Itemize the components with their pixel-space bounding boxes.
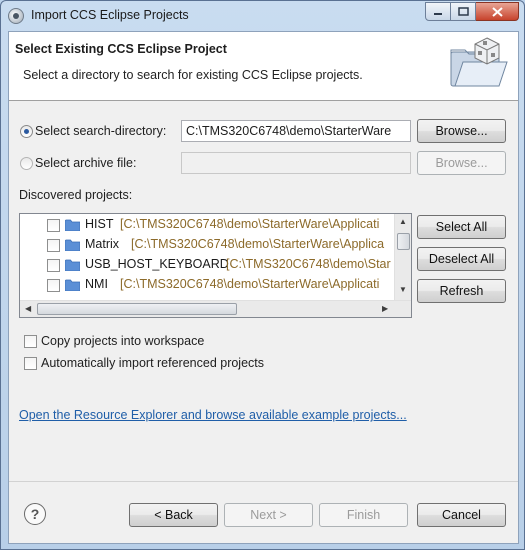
vertical-scrollbar[interactable]: ▲ ▼ <box>394 214 411 300</box>
close-icon <box>491 6 503 17</box>
close-button[interactable] <box>476 2 519 21</box>
horizontal-scroll-thumb[interactable] <box>37 303 237 315</box>
banner-title: Select Existing CCS Eclipse Project <box>15 42 227 56</box>
dialog-client: Select Existing CCS Eclipse Project Sele… <box>8 31 519 544</box>
cancel-button[interactable]: Cancel <box>417 503 506 527</box>
back-button[interactable]: < Back <box>129 503 218 527</box>
folder-icon <box>65 279 80 291</box>
import-folder-icon <box>450 37 508 87</box>
copy-into-workspace-checkbox[interactable] <box>24 335 37 348</box>
deselect-all-button[interactable]: Deselect All <box>417 247 506 271</box>
search-directory-input[interactable]: C:\TMS320C6748\demo\StarterWare <box>181 120 411 142</box>
project-path: [C:\TMS320C6748\demo\StarterWare\Applica… <box>120 217 380 231</box>
footer-separator <box>9 481 518 482</box>
auto-import-label: Automatically import referenced projects <box>41 356 265 370</box>
resource-explorer-link[interactable]: Open the Resource Explorer and browse av… <box>19 408 407 422</box>
banner-message: Select a directory to search for existin… <box>23 68 363 82</box>
select-all-button[interactable]: Select All <box>417 215 506 239</box>
scroll-left-icon[interactable]: ◀ <box>25 305 31 313</box>
finish-button[interactable]: Finish <box>319 503 408 527</box>
project-list[interactable]: HIST [C:\TMS320C6748\demo\StarterWare\Ap… <box>19 213 412 318</box>
project-name: Matrix <box>85 237 120 251</box>
minimize-icon <box>434 12 442 15</box>
archive-file-input[interactable] <box>181 152 411 174</box>
folder-icon <box>65 239 80 251</box>
help-icon[interactable]: ? <box>24 503 46 525</box>
minimize-button[interactable] <box>425 2 451 21</box>
project-checkbox[interactable] <box>47 279 60 292</box>
window-controls <box>425 2 519 21</box>
browse-archive-button[interactable]: Browse... <box>417 151 506 175</box>
horizontal-scrollbar[interactable]: ◀ ▶ <box>20 300 411 317</box>
next-button[interactable]: Next > <box>224 503 313 527</box>
browse-directory-button[interactable]: Browse... <box>417 119 506 143</box>
app-icon <box>8 8 24 24</box>
wizard-banner: Select Existing CCS Eclipse Project Sele… <box>9 32 518 101</box>
project-checkbox[interactable] <box>47 219 60 232</box>
search-directory-radio[interactable] <box>20 125 33 138</box>
auto-import-checkbox[interactable] <box>24 357 37 370</box>
copy-into-workspace-label: Copy projects into workspace <box>41 334 205 348</box>
list-item[interactable]: HIST [C:\TMS320C6748\demo\StarterWare\Ap… <box>20 215 395 235</box>
project-checkbox[interactable] <box>47 259 60 272</box>
list-item[interactable]: Matrix [C:\TMS320C6748\demo\StarterWare\… <box>20 235 395 255</box>
folder-icon <box>65 219 80 231</box>
folder-icon <box>65 259 80 271</box>
discovered-projects-label: Discovered projects: <box>19 188 133 202</box>
refresh-button[interactable]: Refresh <box>417 279 506 303</box>
archive-file-radio[interactable] <box>20 157 33 170</box>
window-title: Import CCS Eclipse Projects <box>31 8 189 22</box>
project-name: HIST <box>85 217 114 231</box>
scroll-up-icon[interactable]: ▲ <box>399 218 407 226</box>
maximize-button[interactable] <box>451 2 476 21</box>
search-directory-label: Select search-directory: <box>35 124 167 138</box>
list-item[interactable]: USB_HOST_KEYBOARD [C:\TMS320C6748\demo\S… <box>20 255 395 275</box>
scroll-down-icon[interactable]: ▼ <box>399 286 407 294</box>
scroll-right-icon[interactable]: ▶ <box>382 305 388 313</box>
archive-file-label: Select archive file: <box>35 156 137 170</box>
project-path: [C:\TMS320C6748\demo\Star <box>226 257 391 271</box>
project-path: [C:\TMS320C6748\demo\StarterWare\Applica <box>131 237 385 251</box>
title-bar[interactable]: Import CCS Eclipse Projects <box>1 1 524 31</box>
vertical-scroll-thumb[interactable] <box>397 233 410 250</box>
project-checkbox[interactable] <box>47 239 60 252</box>
project-path: [C:\TMS320C6748\demo\StarterWare\Applica… <box>120 277 380 291</box>
list-item[interactable]: NMI [C:\TMS320C6748\demo\StarterWare\App… <box>20 275 395 295</box>
project-name: NMI <box>85 277 108 291</box>
project-name: USB_HOST_KEYBOARD <box>85 257 229 271</box>
maximize-icon <box>457 7 469 16</box>
import-dialog: Import CCS Eclipse Projects Select Exist… <box>0 0 525 550</box>
